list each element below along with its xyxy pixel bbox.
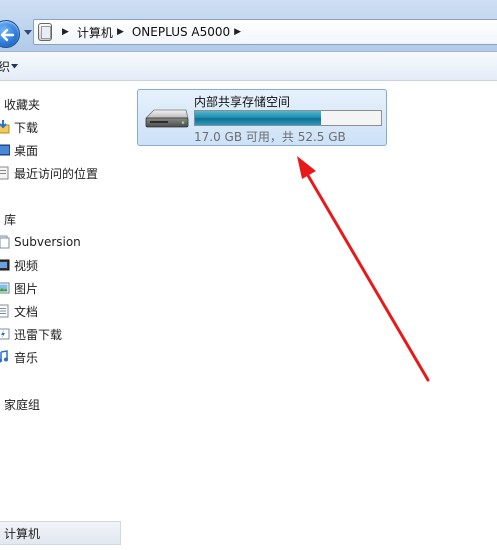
drive-free-space: 17.0 GB 可用，共 52.5 GB — [194, 130, 346, 144]
breadcrumb-chevron-icon[interactable]: ▶ — [117, 27, 124, 37]
breadcrumb-computer[interactable]: 计算机 — [77, 24, 113, 41]
desktop-icon — [0, 143, 11, 157]
breadcrumb-chevron-icon[interactable]: ▶ — [234, 27, 241, 37]
homegroup-header[interactable]: 家庭组 — [4, 396, 40, 413]
pictures-library-icon — [0, 281, 10, 295]
organize-button[interactable]: 织 — [0, 58, 10, 75]
nav-item-label: 桌面 — [14, 143, 39, 158]
internal-storage-tile[interactable]: 内部共享存储空间 17.0 GB 可用，共 52.5 GB — [137, 89, 387, 146]
nav-item-music[interactable]: 音乐 — [0, 347, 38, 367]
drive-name: 内部共享存储空间 — [194, 95, 291, 109]
annotation-arrow-head — [297, 156, 316, 179]
nav-item-label: 计算机 — [4, 526, 41, 541]
back-arrow-icon — [0, 28, 15, 42]
drive-usage-bar — [194, 110, 382, 126]
subversion-library-icon — [0, 235, 10, 249]
drive-usage-fill — [195, 111, 321, 125]
nav-item-label: Subversion — [14, 235, 81, 249]
address-bar[interactable]: ▶ 计算机 ▶ ONEPLUS A5000 ▶ — [33, 19, 497, 45]
nav-item-thunder-downloads[interactable]: 迅雷下载 — [0, 324, 62, 344]
nav-item-label: 文档 — [14, 304, 39, 319]
back-button[interactable] — [0, 20, 20, 48]
command-bar: 织 — [0, 52, 497, 81]
libraries-header[interactable]: 库 — [4, 211, 16, 228]
nav-item-pictures[interactable]: 图片 — [0, 278, 38, 298]
favorites-header[interactable]: 收藏夹 — [4, 96, 40, 113]
music-library-icon — [0, 350, 10, 364]
nav-item-label: 视频 — [14, 258, 39, 273]
storage-drive-icon — [145, 109, 189, 128]
nav-item-label: 音乐 — [14, 350, 39, 365]
navigation-pane: 收藏夹 下载 桌面 最近访问的位置 库 Subversion 视频 图片 文档 … — [0, 82, 121, 550]
nav-item-label: 下载 — [14, 120, 39, 135]
nav-item-videos[interactable]: 视频 — [0, 255, 38, 275]
nav-item-computer[interactable]: 计算机 — [0, 521, 121, 545]
nav-item-subversion[interactable]: Subversion — [0, 232, 81, 252]
nav-item-label: 迅雷下载 — [14, 327, 63, 342]
nav-item-documents[interactable]: 文档 — [0, 301, 38, 321]
nav-item-label: 最近访问的位置 — [14, 166, 99, 181]
nav-item-label: 图片 — [14, 281, 39, 296]
annotation-arrow-shaft — [304, 170, 430, 382]
download-folder-icon — [0, 120, 10, 134]
recent-places-icon — [0, 166, 10, 180]
phone-device-icon — [38, 23, 52, 41]
address-toolbar: ▶ 计算机 ▶ ONEPLUS A5000 ▶ — [0, 0, 497, 52]
organize-dropdown-icon[interactable] — [11, 64, 18, 69]
documents-library-icon — [0, 304, 10, 318]
videos-library-icon — [0, 258, 10, 272]
breadcrumb-device[interactable]: ONEPLUS A5000 — [132, 25, 230, 39]
nav-item-desktop[interactable]: 桌面 — [0, 140, 38, 160]
recent-pages-dropdown-icon[interactable] — [24, 30, 32, 36]
nav-item-downloads[interactable]: 下载 — [0, 117, 38, 137]
breadcrumb-chevron-icon[interactable]: ▶ — [62, 27, 69, 37]
thunder-download-icon — [0, 327, 10, 341]
nav-item-recent-places[interactable]: 最近访问的位置 — [0, 163, 98, 183]
